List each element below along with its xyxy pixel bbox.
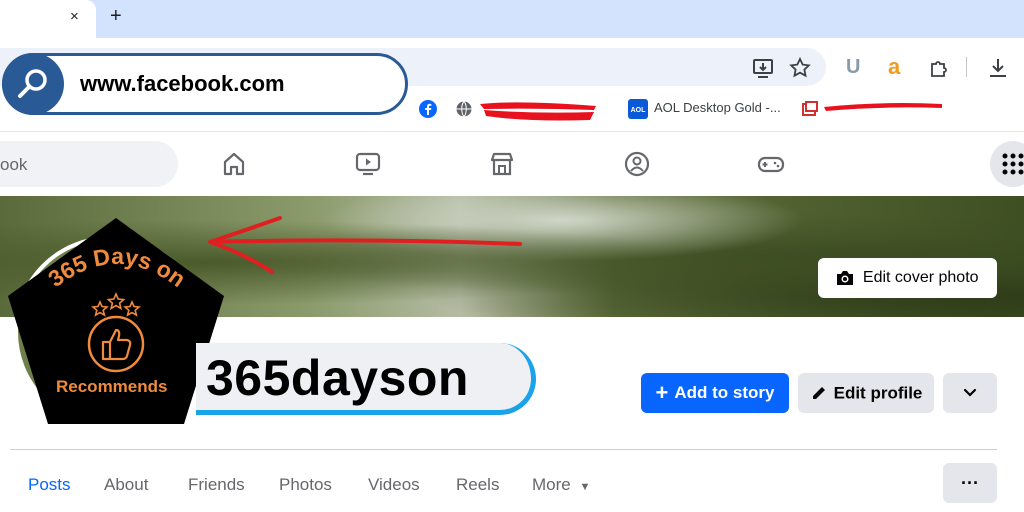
aol-icon[interactable]: AOL [628, 99, 648, 119]
profile-tabs-more-button[interactable]: ··· [943, 463, 997, 503]
toolbar-divider [966, 57, 967, 77]
gaming-icon[interactable] [757, 150, 785, 178]
tab-photos[interactable]: Photos [279, 475, 332, 495]
video-icon[interactable] [354, 150, 382, 178]
marketplace-icon[interactable] [488, 150, 516, 178]
pencil-icon [812, 387, 825, 400]
extension-u-icon[interactable]: U [846, 56, 860, 79]
edit-profile-label: Edit profile [833, 383, 923, 403]
add-to-story-label: Add to story [674, 383, 775, 402]
menu-grid-icon [1002, 153, 1024, 175]
groups-icon[interactable] [623, 150, 651, 178]
download-icon[interactable] [987, 57, 1009, 79]
tab-friends[interactable]: Friends [188, 475, 245, 495]
edit-profile-button[interactable]: Edit profile [798, 373, 934, 413]
camera-icon [837, 270, 854, 285]
caret-down-icon: ▼ [579, 481, 591, 493]
new-tab-button[interactable]: + [110, 5, 122, 28]
home-icon[interactable] [220, 150, 248, 178]
svg-text:AOL: AOL [631, 107, 647, 114]
redacted-bookmark-2 [824, 103, 942, 111]
red-arrow-annotation [208, 216, 522, 274]
amazon-icon[interactable]: a [888, 54, 900, 80]
more-dots-icon: ··· [961, 472, 979, 493]
puzzle-icon[interactable] [928, 57, 950, 79]
tab-about[interactable]: About [104, 475, 148, 495]
add-to-story-button[interactable]: + Add to story [641, 373, 789, 413]
tab-reels[interactable]: Reels [456, 475, 499, 495]
redacted-bookmark [480, 102, 596, 121]
search-icon [18, 69, 47, 98]
close-tab-icon[interactable]: × [70, 8, 79, 25]
edit-cover-photo-label: Edit cover photo [862, 268, 979, 286]
profile-dropdown-button[interactable] [943, 373, 997, 413]
profile-name: 365dayson [206, 350, 469, 406]
tab-more-label: More [532, 475, 571, 494]
facebook-search-placeholder: ook [0, 155, 28, 174]
profile-tabs-divider [10, 449, 997, 450]
tab-more[interactable]: More ▼ [532, 475, 590, 495]
tab-videos[interactable]: Videos [368, 475, 420, 495]
bookmark-aol-label[interactable]: AOL Desktop Gold -... [654, 100, 781, 115]
browser-tab[interactable] [0, 0, 96, 38]
chevron-down-icon [963, 388, 977, 397]
badge-bottom-text: Recommends [56, 377, 168, 396]
install-icon[interactable] [752, 57, 776, 81]
star-icon[interactable] [789, 57, 811, 79]
url-text[interactable]: www.facebook.com [80, 71, 285, 97]
globe-icon[interactable] [455, 100, 473, 118]
bookmark-window-icon[interactable] [802, 101, 818, 117]
edit-cover-photo-button[interactable]: Edit cover photo [818, 258, 997, 298]
browser-tab-strip [0, 0, 1024, 38]
facebook-bookmark-icon[interactable] [418, 99, 438, 119]
plus-icon: + [655, 380, 669, 405]
tab-posts[interactable]: Posts [28, 475, 71, 495]
